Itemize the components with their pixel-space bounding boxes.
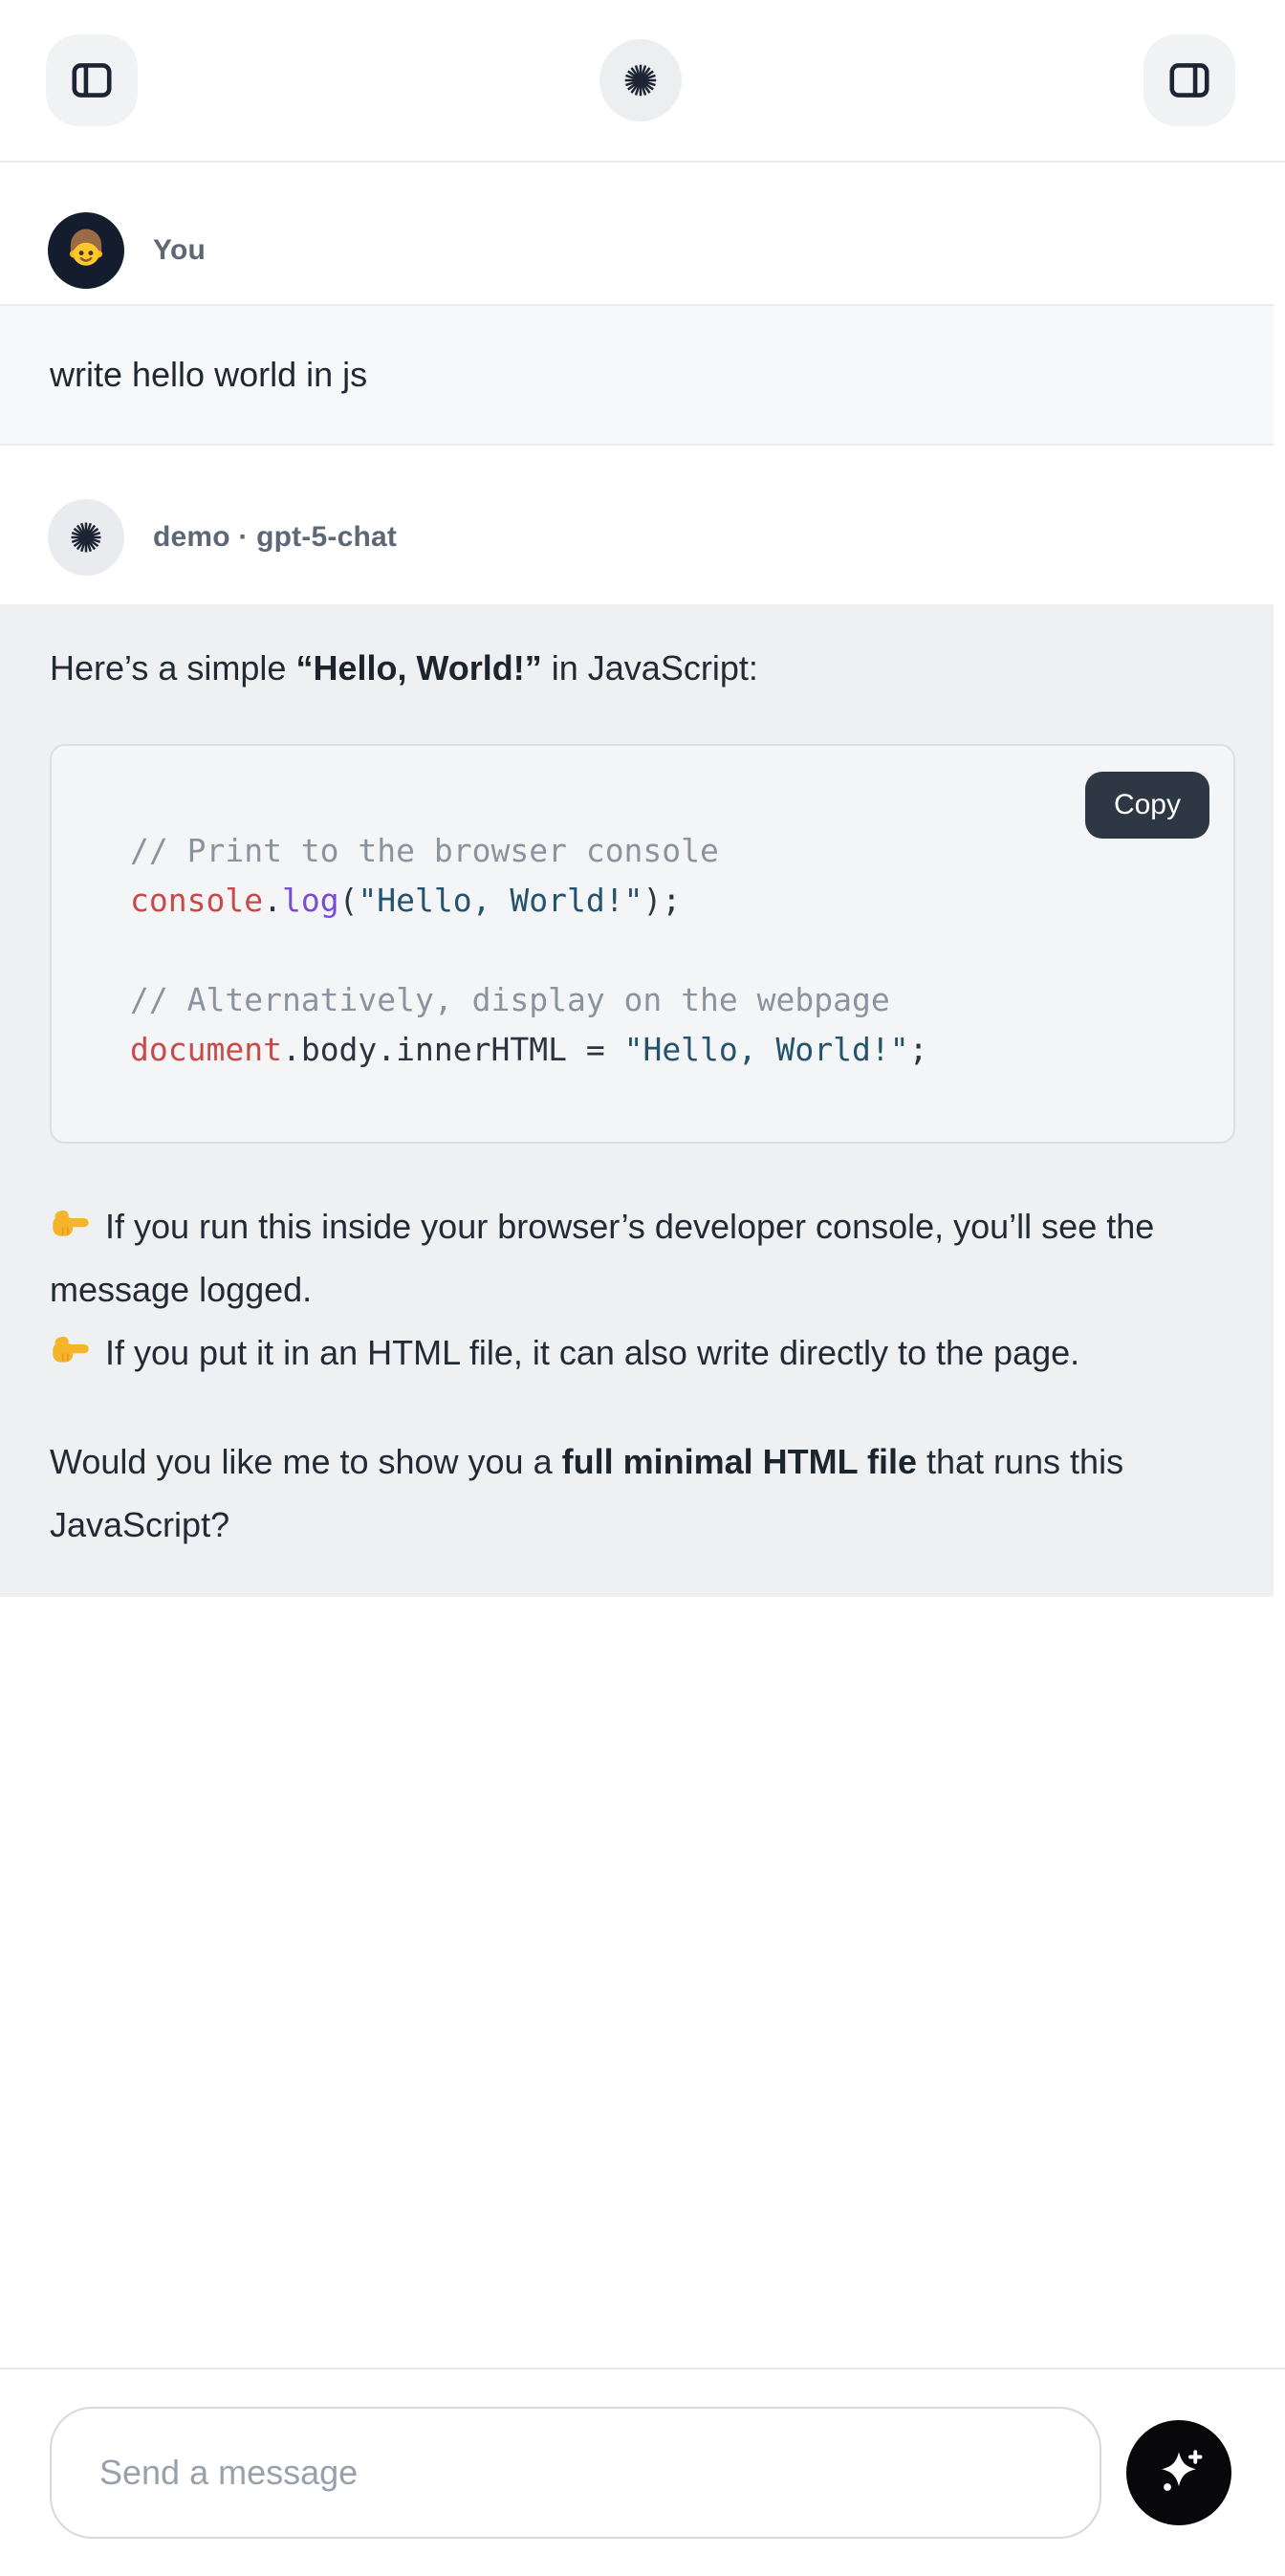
scrollbar-gutter[interactable] [1274,164,1285,2366]
sidebar-toggle-button[interactable] [46,34,138,126]
starburst-icon [67,518,105,557]
model-button[interactable] [599,39,682,121]
panel-left-icon [66,55,118,106]
assistant-question-text: Would you like me to show you a full min… [50,1430,1235,1557]
assistant-avatar [48,499,124,576]
assistant-message-header: demo · gpt-5-chat [0,499,1285,576]
assistant-message-bubble: Here’s a simple “Hello, World!” in JavaS… [0,604,1285,1597]
chat-app: You write hello world in js [0,0,1285,2576]
code-content: // Print to the browser console console.… [130,826,1180,1075]
panel-toggle-button[interactable] [1143,34,1235,126]
message-input[interactable] [99,2453,1052,2493]
user-author-label: You [153,234,206,267]
top-bar [0,0,1285,163]
starburst-icon [621,60,661,100]
user-message-text: write hello world in js [50,356,1235,394]
sparkles-icon [1150,2444,1208,2501]
assistant-tips-text: If you run this inside your browser’s de… [50,1195,1235,1385]
assistant-author-label: demo · gpt-5-chat [153,521,397,554]
send-button[interactable] [1126,2420,1231,2525]
user-avatar [48,212,124,289]
code-block: Copy // Print to the browser console con… [50,744,1235,1144]
point-right-emoji-icon [50,1203,92,1245]
point-right-emoji-icon [50,1329,92,1371]
user-message-bubble: write hello world in js [0,304,1285,446]
panel-right-icon [1164,55,1215,106]
composer-bar [0,2368,1285,2576]
message-input-container [50,2407,1101,2539]
user-message-header: You [0,212,1285,289]
copy-button[interactable]: Copy [1085,772,1209,839]
person-emoji-icon [58,223,114,278]
assistant-intro-text: Here’s a simple “Hello, World!” in JavaS… [50,637,1235,700]
chat-transcript: You write hello world in js [0,212,1285,1597]
